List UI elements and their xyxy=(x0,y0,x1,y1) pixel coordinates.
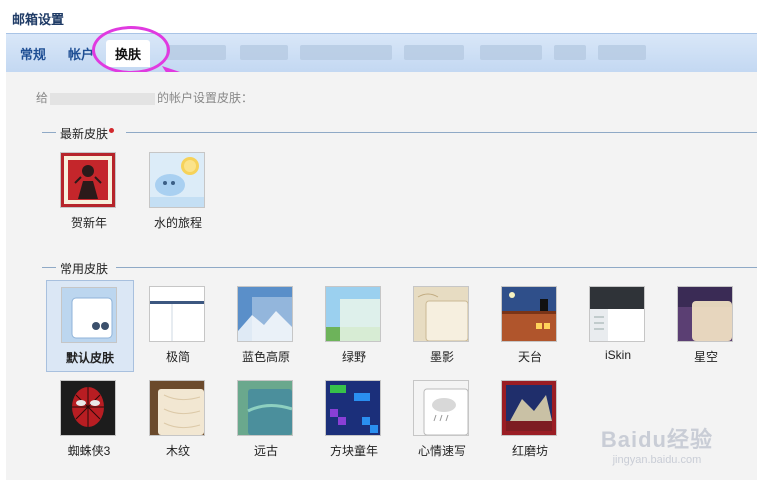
skin-wood-grain[interactable]: 木纹 xyxy=(135,374,221,464)
skin-water-journey[interactable]: 水的旅程 xyxy=(135,146,221,236)
skin-default[interactable]: 默认皮肤 xyxy=(46,280,134,372)
masked-email xyxy=(50,92,156,105)
skin-ink-shadow[interactable]: 墨影 xyxy=(399,280,485,370)
iskin-thumb xyxy=(589,286,645,342)
skin-minimal[interactable]: 极简 xyxy=(135,280,221,370)
skin-panel: 给的帐户设置皮肤： 最新皮肤 贺新年 水的旅程 常用皮肤 默认皮肤 极简 蓝色高… xyxy=(6,72,757,480)
mood-sketch-thumb xyxy=(413,380,469,436)
skin-red-mill[interactable]: 红磨坊 xyxy=(487,374,573,464)
baidu-watermark: Baidu经验 jingyan.baidu.com xyxy=(600,427,713,466)
skin-ancient[interactable]: 远古 xyxy=(223,374,309,464)
skin-mood-sketch[interactable]: 心情速写 xyxy=(399,374,485,464)
ancient-thumb xyxy=(237,380,293,436)
new-badge-dot xyxy=(109,128,115,133)
wood-grain-thumb xyxy=(149,380,205,436)
water-journey-thumb xyxy=(149,152,205,208)
block-childhood-thumb xyxy=(325,380,381,436)
spiderman-thumb xyxy=(60,380,116,436)
skin-blue-plateau[interactable]: 蓝色高原 xyxy=(223,280,309,370)
section-latest-skins: 最新皮肤 xyxy=(42,125,757,141)
new-year-thumb xyxy=(60,152,116,208)
skin-spiderman[interactable]: 蜘蛛侠3 xyxy=(46,374,132,464)
blue-plateau-thumb xyxy=(237,286,293,342)
skin-iskin[interactable]: iSkin xyxy=(575,280,661,370)
red-mill-thumb xyxy=(501,380,557,436)
skin-description: 给的帐户设置皮肤： xyxy=(36,91,254,105)
rooftop-thumb xyxy=(501,286,557,342)
skin-rooftop[interactable]: 天台 xyxy=(487,280,573,370)
default-skin-thumb xyxy=(61,287,117,343)
section-common-skins: 常用皮肤 xyxy=(42,260,757,276)
skin-new-year[interactable]: 贺新年 xyxy=(46,146,132,236)
starry-sky-thumb xyxy=(677,286,733,342)
skin-green-field[interactable]: 绿野 xyxy=(311,280,397,370)
skin-block-childhood[interactable]: 方块童年 xyxy=(311,374,397,464)
green-field-thumb xyxy=(325,286,381,342)
skin-starry-sky[interactable]: 星空 xyxy=(663,280,749,370)
ink-shadow-thumb xyxy=(413,286,469,342)
minimal-thumb xyxy=(149,286,205,342)
